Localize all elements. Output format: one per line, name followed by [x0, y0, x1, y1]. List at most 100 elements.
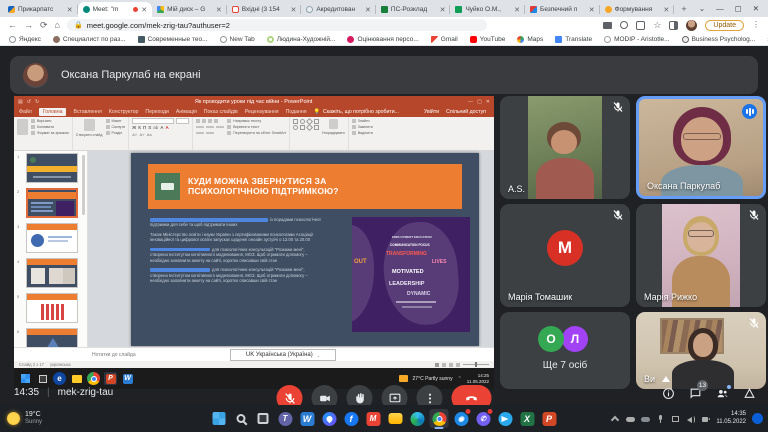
telegram-icon[interactable] — [496, 409, 515, 428]
reload-icon[interactable]: ⟳ — [40, 21, 48, 30]
section-button[interactable]: Розділ — [106, 131, 126, 135]
address-bar[interactable]: 🔒 meet.google.com/mek-zrig-tau?authuser=… — [67, 19, 487, 31]
pp-close-icon[interactable]: ✕ — [486, 99, 490, 105]
hyperlink-bar[interactable] — [150, 218, 268, 221]
tray-mic-icon[interactable] — [656, 414, 665, 423]
slide-thumbnail-5[interactable] — [26, 293, 78, 323]
shared-tray-chevron-icon[interactable]: ⌃ — [458, 376, 462, 382]
bookmark-maps[interactable]: Maps — [517, 36, 543, 43]
overflow-participants-tile[interactable]: О Л Ще 7 осіб — [500, 312, 630, 389]
reset-button[interactable]: Скинути — [106, 125, 126, 129]
tab-close-icon[interactable]: ✕ — [67, 6, 73, 14]
tab-close-icon[interactable]: ✕ — [440, 6, 446, 14]
share-icon[interactable] — [636, 21, 645, 30]
tab-close-icon[interactable]: ✕ — [589, 6, 595, 14]
language-expand-icon[interactable]: ⌄ — [317, 353, 320, 358]
new-slide-label[interactable]: Створити слайд — [76, 133, 103, 137]
tab-close-icon[interactable]: ✕ — [141, 6, 147, 14]
normal-view-icon[interactable] — [435, 363, 439, 367]
arrange-button[interactable]: Упорядкувати — [322, 131, 345, 135]
shared-edge-icon[interactable]: e — [53, 372, 66, 385]
zoom-slider[interactable] — [463, 364, 489, 365]
new-slide-button[interactable] — [84, 119, 95, 131]
ribbon-tab-file[interactable]: Файл — [19, 109, 32, 115]
slide-thumbnail-1[interactable] — [26, 153, 78, 183]
ribbon-tab-review[interactable]: Рецензування — [245, 109, 279, 115]
video-chat-app-icon[interactable]: ◉ — [452, 409, 471, 428]
kebab-menu-icon[interactable]: ⋮ — [752, 21, 760, 29]
bookmark-otsiniuvannia[interactable]: Оцінювання персо... — [347, 36, 418, 43]
word-icon[interactable]: W — [298, 409, 317, 428]
text-direction-button[interactable]: Напрямок тексту — [227, 119, 286, 123]
tab-search-chevron-icon[interactable]: ⌄ — [699, 4, 705, 13]
powerpoint-icon[interactable]: P — [540, 409, 559, 428]
align-buttons[interactable] — [196, 125, 224, 129]
shared-task-view-icon[interactable] — [36, 372, 49, 385]
tab-gmail-inbox[interactable]: Вхідні (3 154 ✕ — [227, 2, 302, 17]
volume-icon[interactable] — [686, 414, 695, 423]
thumbnail-scrollbar[interactable] — [82, 155, 85, 215]
update-button[interactable]: Update — [705, 20, 744, 31]
tab-close-icon[interactable]: ✕ — [663, 6, 669, 14]
tab-close-icon[interactable]: ✕ — [216, 6, 222, 14]
bookmark-new-tab[interactable]: New Tab — [220, 36, 255, 43]
font-effects-buttons[interactable]: A˄A˅Aa — [132, 132, 189, 137]
hyperlink-bar[interactable] — [150, 268, 210, 271]
start-button-icon[interactable] — [210, 409, 229, 428]
side-panel-icon[interactable] — [669, 21, 678, 30]
tab-chuiko[interactable]: Чуйко О.М., ✕ — [450, 2, 525, 17]
shared-chrome-icon[interactable] — [87, 372, 100, 385]
bookmark-liudyna[interactable]: Людина-Художній... — [267, 36, 336, 43]
participant-tile-maria-tomashyk[interactable]: M Марія Томашик — [500, 204, 630, 307]
bookmark-business-psych[interactable]: Business Psycholog... — [682, 36, 756, 43]
font-style-buttons[interactable]: ЖКПSabАА — [132, 125, 189, 130]
notification-badge[interactable] — [752, 413, 763, 424]
reading-view-icon[interactable] — [449, 363, 453, 367]
redo-icon[interactable]: ↻ — [35, 99, 39, 105]
tab-schedule[interactable]: ПС-Розклад ✕ — [376, 2, 451, 17]
chrome-icon[interactable] — [430, 409, 449, 428]
slide-thumbnail-4[interactable] — [26, 258, 78, 288]
tab-meet-active[interactable]: Meet: "m ✕ — [78, 2, 153, 17]
shared-powerpoint-icon[interactable]: P — [104, 372, 117, 385]
shared-weather-text[interactable]: 27°C Partly sunny — [413, 376, 453, 382]
bookmark-modip[interactable]: MODIP - Aristotle... — [604, 36, 670, 43]
tab-formation[interactable]: Формування ✕ — [600, 2, 675, 17]
slide-canvas[interactable]: КУДИ МОЖНА ЗВЕРНУТИСЯ ЗА ПСИХОЛОГІЧНОЮ П… — [88, 151, 494, 347]
participant-tile-as[interactable]: A.S. — [500, 96, 630, 199]
smartart-convert-button[interactable]: Перетворити на об'єкт SmartArt — [227, 131, 286, 135]
bookmark-youtube[interactable]: YouTube — [470, 36, 506, 43]
slide-thumbnail-panel[interactable]: 1 2 3 — [14, 151, 88, 347]
messenger-icon[interactable] — [320, 409, 339, 428]
ribbon-tab-animations[interactable]: Анімація — [176, 109, 197, 115]
people-panel-icon[interactable] — [716, 387, 729, 400]
task-view-icon[interactable] — [254, 409, 273, 428]
shared-word-icon[interactable]: W — [121, 372, 134, 385]
slide-sorter-icon[interactable] — [442, 363, 446, 367]
cut-button[interactable]: Вирізати — [31, 119, 69, 123]
paste-button[interactable] — [17, 119, 28, 135]
tab-close-icon[interactable]: ✕ — [290, 6, 296, 14]
save-icon[interactable]: ▤ — [18, 99, 23, 105]
replace-button[interactable]: Замінити — [352, 125, 373, 129]
bookmark-modern-theories[interactable]: Современные тео... — [138, 36, 208, 43]
file-explorer-icon[interactable] — [386, 409, 405, 428]
select-button[interactable]: Виділити — [352, 131, 373, 135]
cloud-weather-icon[interactable] — [641, 414, 650, 423]
align-text-button[interactable]: Вирівняти текст — [227, 125, 286, 129]
share-button[interactable]: Спільний доступ — [446, 109, 489, 115]
home-icon[interactable]: ⌂ — [55, 21, 60, 30]
tray-chevron-icon[interactable] — [611, 414, 620, 423]
new-tab-button[interactable]: + — [678, 3, 690, 15]
pp-minimize-icon[interactable]: — — [468, 99, 473, 105]
bullets-button[interactable] — [196, 119, 224, 123]
shared-screen[interactable]: ▤ ↺ ↻ Як проводити уроки під час війни -… — [14, 96, 494, 389]
chat-panel-icon[interactable]: 13 — [689, 387, 702, 400]
pp-maximize-icon[interactable]: ▢ — [477, 99, 482, 105]
ribbon-tab-insert[interactable]: Вставлення — [73, 109, 101, 115]
columns-button[interactable] — [196, 131, 224, 135]
self-view-tile[interactable]: Ви — [636, 312, 766, 389]
bookmark-gmail[interactable]: Gmail — [431, 36, 458, 43]
status-language[interactable]: українська — [50, 362, 71, 367]
slideshow-icon[interactable] — [456, 363, 460, 367]
